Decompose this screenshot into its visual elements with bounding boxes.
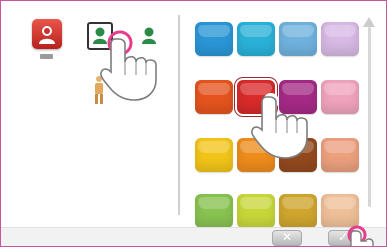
color-swatch-r4-c1[interactable]	[195, 194, 233, 228]
scroll-up-arrow-icon[interactable]	[363, 17, 375, 27]
scrollbar[interactable]	[368, 27, 371, 207]
color-swatch-r1-c3[interactable]	[279, 22, 317, 56]
cancel-button[interactable]: ✕	[272, 230, 302, 246]
pointing-hand-cursor-icon	[100, 30, 157, 101]
pointing-hand-cursor-icon	[347, 225, 374, 246]
color-swatch-r1-c2[interactable]	[237, 22, 275, 56]
pointing-hand-cursor-icon	[251, 93, 308, 159]
color-swatch-r2-c4[interactable]	[321, 80, 359, 114]
color-swatch-r4-c2[interactable]	[237, 194, 275, 228]
color-swatch-r1-c1[interactable]	[195, 22, 233, 56]
color-swatch-r3-c1[interactable]	[195, 138, 233, 172]
color-swatch-r3-c4[interactable]	[321, 138, 359, 172]
color-swatch-r1-c4[interactable]	[321, 22, 359, 56]
avatar-caption	[40, 54, 53, 59]
panel-divider	[178, 15, 180, 215]
avatar-color-picker-dialog: ✕ ✓	[0, 0, 387, 247]
user-avatar-icon	[39, 26, 55, 44]
current-avatar-tile[interactable]	[32, 19, 62, 49]
color-swatch-r4-c3[interactable]	[279, 194, 317, 228]
cancel-icon: ✕	[281, 230, 293, 244]
color-swatch-r2-c1[interactable]	[195, 80, 233, 114]
